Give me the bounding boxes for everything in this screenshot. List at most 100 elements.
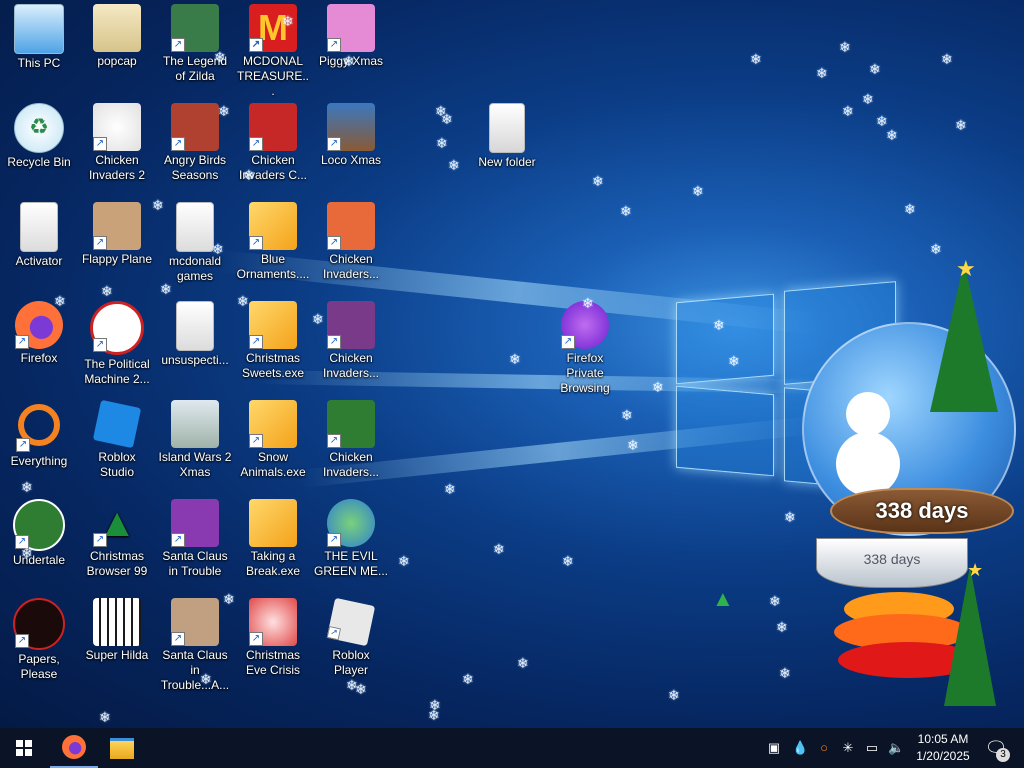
everything-search-icon[interactable]: ○ (816, 740, 832, 756)
snowflake-icon: ❄ (750, 51, 762, 67)
icon-label: New folder (478, 155, 536, 169)
desktop-icon-loco-xmas[interactable]: ↗ Loco Xmas (312, 103, 390, 168)
snow-globe-countdown-widget[interactable]: ★ 338 days 338 days ★ (790, 256, 1024, 728)
desktop-icon-firefox-private[interactable]: ↗ Firefox Private Browsing (546, 301, 624, 396)
network-icon[interactable]: ▭ (864, 740, 880, 756)
snowflake-icon: ❄ (869, 61, 881, 77)
desktop-icon-christmas-sweets[interactable]: ↗ Christmas Sweets.exe (234, 301, 312, 381)
icon-label: mcdonald games (168, 254, 222, 283)
desktop-icon-christmas-browser-99[interactable]: ▲ ↗ Christmas Browser 99 (78, 499, 156, 579)
snowflake-icon: ❄ (509, 351, 521, 367)
desktop-icon-chicken-invaders-2[interactable]: ↗ Chicken Invaders 2 (78, 103, 156, 183)
political-icon: ↗ (90, 301, 144, 355)
snowflake-icon: ❄ (243, 167, 255, 183)
snowflake-icon: ❄ (462, 671, 474, 687)
file-icon (20, 202, 58, 252)
desktop-icon-roblox-player[interactable]: ↗ Roblox Player (312, 597, 390, 678)
snowflake-icon: ❄ (627, 437, 639, 453)
desktop-icon-unsuspecti[interactable]: unsuspecti... (156, 301, 234, 368)
snowflake-icon: ❄ (212, 241, 224, 257)
desktop-icon-christmas-eve-crisis[interactable]: ↗ Christmas Eve Crisis (234, 598, 312, 678)
snowflake-icon: ❄ (728, 353, 740, 369)
snowflake-icon: ❄ (493, 541, 505, 557)
snowflake-icon: ❄ (713, 317, 725, 333)
desktop-icon-mcdonal-treasure[interactable]: M ↗ MCDONAL TREASURE... (234, 4, 312, 99)
desktop-icon-firefox[interactable]: ↗ Firefox (0, 301, 78, 366)
action-center-button[interactable]: 🗨 3 (978, 728, 1014, 768)
taskbar-firefox-button[interactable] (50, 728, 98, 768)
desktop-icon-snow-animals[interactable]: ↗ Snow Animals.exe (234, 400, 312, 480)
desktop-icon-taking-a-break[interactable]: Taking a Break.exe (234, 499, 312, 579)
bear-icon: ↗ (327, 103, 375, 151)
snowflake-icon: ❄ (930, 241, 942, 257)
shortcut-arrow-icon: ↗ (249, 236, 263, 250)
icon-label: Christmas Sweets.exe (241, 351, 305, 380)
icon-label: Flappy Plane (81, 252, 153, 266)
taskbar-file-explorer-button[interactable] (98, 728, 146, 768)
snowflake-icon: ❄ (839, 39, 851, 55)
file-icon (176, 301, 214, 351)
shortcut-arrow-icon: ↗ (327, 236, 341, 250)
desktop-icon-undertale[interactable]: ↗ Undertale (0, 499, 78, 568)
desktop-icon-popcap[interactable]: popcap (78, 4, 156, 69)
desktop-icon-legend-of-zilda[interactable]: ↗ The Legend of Zilda (156, 4, 234, 84)
xmas-tree-icon (930, 262, 998, 412)
desktop-icon-super-hilda[interactable]: Super Hilda (78, 598, 156, 663)
star-icon: ★ (967, 560, 984, 580)
desktop-icon-evil-green-me[interactable]: ↗ THE EVIL GREEN ME... (312, 499, 390, 579)
papers-please-icon: ↗ (13, 598, 65, 650)
desktop-icon-santa-claus-in-trouble[interactable]: ↗ Santa Claus in Trouble (156, 499, 234, 579)
desktop-icon-roblox-studio[interactable]: Roblox Studio (78, 399, 156, 480)
desktop-icon-new-folder[interactable]: New folder (468, 103, 546, 170)
shortcut-arrow-icon: ↗ (171, 632, 185, 646)
desktop-icon-this-pc[interactable]: This PC (0, 4, 78, 71)
snowflake-icon: ❄ (101, 283, 113, 299)
shortcut-arrow-icon: ↗ (327, 533, 341, 547)
angry-birds-icon: ↗ (171, 103, 219, 151)
droplet-icon[interactable]: 💧 (792, 740, 808, 756)
snowflake-icon: ❄ (652, 379, 664, 395)
icon-label: Firefox (20, 351, 58, 365)
desktop-icon-island-wars-2[interactable]: Island Wars 2 Xmas (156, 400, 234, 480)
folder-icon (489, 103, 525, 153)
shortcut-arrow-icon: ↗ (561, 335, 575, 349)
icon-label: Angry Birds Seasons (163, 153, 227, 182)
desktop-icon-flappy-plane[interactable]: ↗ Flappy Plane (78, 202, 156, 267)
snowflake-icon: ❄ (160, 281, 172, 297)
desktop-wallpaper: This PC popcap ↗ The Legend of Zilda M ↗ … (0, 0, 1024, 728)
snowflake-icon: ❄ (955, 117, 967, 133)
chicken-icon: ↗ (327, 400, 375, 448)
shortcut-arrow-icon: ↗ (171, 38, 185, 52)
volume-muted-icon[interactable]: 🔈 (888, 740, 904, 756)
taskbar: ▣ 💧 ○ ✳ ▭ 🔈 10:05 AM 1/20/2025 🗨 3 (0, 728, 1024, 768)
snowflake-icon: ❄ (668, 687, 680, 703)
snowflake-icon: ❄ (562, 553, 574, 569)
tray-app-icon[interactable]: ▣ (766, 740, 782, 756)
start-button[interactable] (0, 728, 48, 768)
clock-date: 1/20/2025 (916, 749, 970, 763)
shortcut-arrow-icon: ↗ (15, 335, 29, 349)
chicken-icon: ↗ (249, 103, 297, 151)
shortcut-arrow-icon: ↗ (93, 338, 107, 352)
snowflake-icon: ❄ (237, 293, 249, 309)
desktop-icon-recycle-bin[interactable]: ♻ Recycle Bin (0, 103, 78, 170)
icon-label: Loco Xmas (320, 153, 382, 167)
shortcut-arrow-icon: ↗ (249, 632, 263, 646)
desktop-icon-papers-please[interactable]: ↗ Papers, Please (0, 598, 78, 682)
icon-label: Recycle Bin (7, 155, 71, 169)
asterisk-icon[interactable]: ✳ (840, 740, 856, 756)
desktop-icon-political-machine[interactable]: ↗ The Political Machine 2... (78, 301, 156, 387)
undertale-icon: ↗ (13, 499, 65, 551)
icon-label: unsuspecti... (161, 353, 229, 367)
desktop-icon-everything[interactable]: ↗ Everything (0, 400, 78, 469)
desktop-icon-chicken-invaders-a[interactable]: ↗ Chicken Invaders... (312, 202, 390, 282)
icon-label: popcap (97, 54, 137, 68)
icon-label: Christmas Eve Crisis (245, 648, 300, 677)
exe-icon: ↗ (249, 202, 297, 250)
desktop-icon-santa-claus-in-trouble-a[interactable]: ↗ Santa Claus in Trouble...A... (156, 598, 234, 693)
desktop-icon-blue-ornaments[interactable]: ↗ Blue Ornaments.... (234, 202, 312, 282)
desktop-icon-activator[interactable]: Activator (0, 202, 78, 269)
desktop-icon-chicken-invaders-d[interactable]: ↗ Chicken Invaders... (312, 400, 390, 480)
system-clock[interactable]: 10:05 AM 1/20/2025 (908, 731, 978, 765)
icon-label: THE EVIL GREEN ME... (314, 549, 389, 578)
